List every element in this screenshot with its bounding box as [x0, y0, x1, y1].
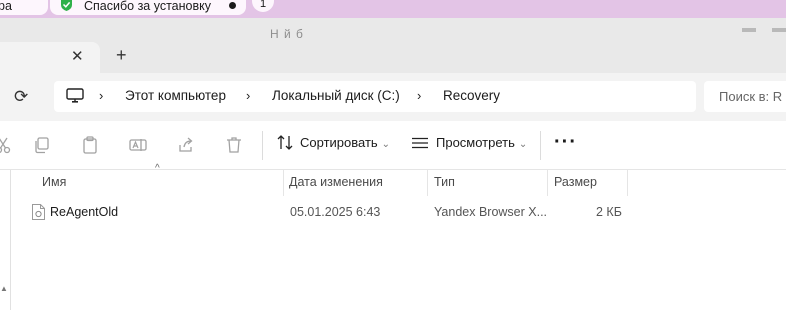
monitor-icon[interactable]: [66, 88, 84, 104]
close-icon[interactable]: ✕: [71, 47, 84, 65]
column-header-name[interactable]: Имя: [42, 175, 66, 189]
table-row[interactable]: ReAgentOld 05.01.2025 6:43 Yandex Browse…: [28, 202, 628, 224]
sort-ascending-icon: ^: [155, 163, 160, 174]
explorer-title-bar: Н й б ✕ +: [0, 18, 786, 73]
view-label: Просмотреть: [436, 135, 515, 150]
file-modified: 05.01.2025 6:43: [290, 205, 381, 219]
address-row: ⟳ › Этот компьютер › Локальный диск (C:)…: [0, 73, 786, 121]
tab-audio-dot-icon: [229, 2, 236, 9]
explorer-tab-active[interactable]: ✕: [0, 42, 100, 73]
command-bar: Сортировать ⌄ Просмотреть ⌄ ···: [0, 121, 786, 170]
address-bar[interactable]: › Этот компьютер › Локальный диск (C:) ›…: [54, 81, 696, 112]
breadcrumb-separator[interactable]: ›: [417, 88, 421, 103]
breadcrumb-separator[interactable]: ›: [99, 88, 103, 103]
browser-tab-partial-label: ра: [0, 0, 12, 13]
breadcrumb-separator[interactable]: ›: [246, 88, 250, 103]
share-icon[interactable]: [177, 136, 195, 154]
refresh-icon[interactable]: ⟳: [14, 87, 28, 107]
xml-file-icon: [32, 204, 45, 220]
new-tab-button[interactable]: +: [116, 45, 127, 66]
toolbar-divider: [262, 131, 263, 160]
column-divider[interactable]: [283, 170, 284, 196]
list-view-icon: [412, 137, 428, 149]
minimize-icon[interactable]: [742, 28, 756, 32]
browser-tab-strip: ра Спасибо за установку 1: [0, 0, 786, 18]
column-divider[interactable]: [547, 170, 548, 196]
more-options-icon[interactable]: ···: [554, 131, 577, 154]
view-button[interactable]: Просмотреть ⌄: [412, 135, 527, 150]
sort-chevron-down-icon: ⌄: [381, 139, 391, 150]
search-placeholder: Поиск в: R: [719, 89, 783, 104]
browser-tab-thanks[interactable]: Спасибо за установку: [50, 0, 246, 15]
sort-icon: [277, 135, 293, 150]
breadcrumb-recovery[interactable]: Recovery: [443, 88, 500, 103]
rename-icon[interactable]: [129, 136, 147, 154]
column-divider[interactable]: [427, 170, 428, 196]
shield-check-icon: [61, 0, 72, 11]
tab-counter-label: 1: [260, 0, 267, 10]
navigation-pane-edge[interactable]: [10, 170, 11, 310]
paste-icon[interactable]: [81, 136, 99, 154]
toolbar-divider: [540, 131, 541, 160]
column-header-type[interactable]: Тип: [434, 175, 455, 189]
scroll-arrow-icon[interactable]: ▲: [0, 284, 8, 293]
tab-counter-button[interactable]: 1: [252, 0, 274, 12]
cut-icon[interactable]: [0, 136, 12, 154]
delete-icon[interactable]: [225, 136, 243, 154]
file-list-pane: ▲ ^ Имя Дата изменения Тип Размер ReAgen…: [0, 163, 786, 310]
search-box[interactable]: Поиск в: R: [704, 81, 786, 112]
copy-icon[interactable]: [33, 136, 51, 154]
breadcrumb-this-pc[interactable]: Этот компьютер: [125, 88, 226, 103]
window-title-ghost: Н й б: [270, 27, 304, 41]
browser-tab-partial[interactable]: ра: [0, 0, 48, 15]
browser-tab-label: Спасибо за установку: [84, 0, 211, 13]
file-type: Yandex Browser X...: [434, 205, 548, 219]
column-divider[interactable]: [627, 170, 628, 196]
sort-button[interactable]: Сортировать ⌄: [277, 135, 390, 150]
file-size: 2 КБ: [596, 205, 622, 219]
column-header-modified[interactable]: Дата изменения: [289, 175, 383, 189]
column-header-size[interactable]: Размер: [554, 175, 597, 189]
view-chevron-down-icon: ⌄: [518, 139, 528, 150]
breadcrumb-local-disk[interactable]: Локальный диск (C:): [272, 88, 400, 103]
sort-label: Сортировать: [300, 135, 378, 150]
maximize-icon[interactable]: [772, 28, 786, 32]
file-name: ReAgentOld: [50, 205, 119, 219]
